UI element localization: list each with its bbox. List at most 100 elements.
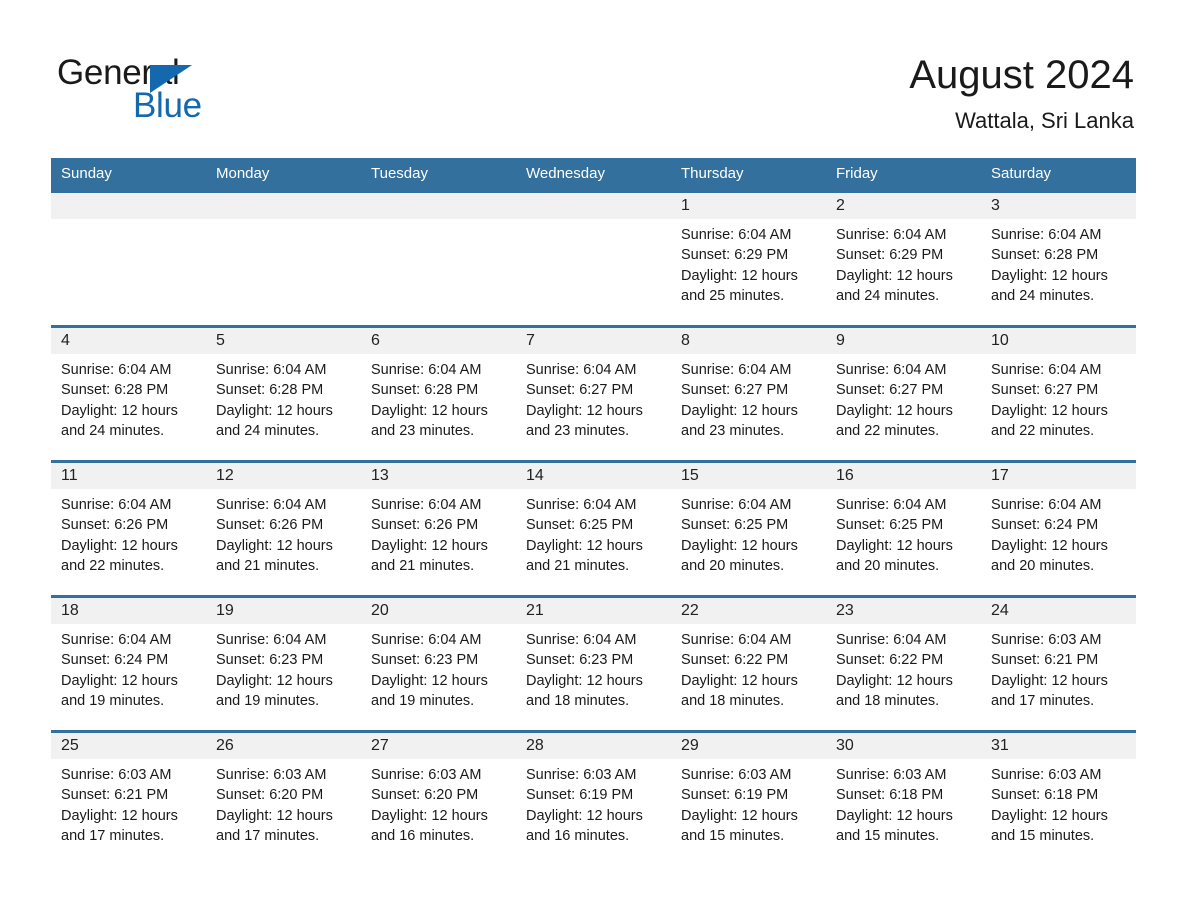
calendar-day-cell[interactable]: 27 Sunrise: 6:03 AM Sunset: 6:20 PM Dayligh… bbox=[361, 730, 516, 855]
calendar-day-cell[interactable]: 9 Sunrise: 6:04 AM Sunset: 6:27 PM Daylight… bbox=[826, 325, 981, 460]
calendar-day-cell[interactable]: 30 Sunrise: 6:03 AM Sunset: 6:18 PM Dayligh… bbox=[826, 730, 981, 855]
calendar-day-cell[interactable]: 21 Sunrise: 6:04 AM Sunset: 6:23 PM Dayligh… bbox=[516, 595, 671, 730]
calendar-day-cell[interactable]: 15 Sunrise: 6:04 AM Sunset: 6:25 PM Dayligh… bbox=[671, 460, 826, 595]
calendar-day-cell[interactable]: 12 Sunrise: 6:04 AM Sunset: 6:26 PM Dayligh… bbox=[206, 460, 361, 595]
day-number-band: 16 bbox=[826, 463, 981, 489]
daylight-text-line2: and 18 minutes. bbox=[526, 692, 630, 709]
day-details: Sunrise: 6:04 AM Sunset: 6:22 PM Daylight:… bbox=[826, 624, 981, 711]
sunrise-text: Sunrise: 6:04 AM bbox=[61, 497, 172, 513]
calendar-day-cell[interactable]: 20 Sunrise: 6:04 AM Sunset: 6:23 PM Dayligh… bbox=[361, 595, 516, 730]
day-number: 27 bbox=[371, 737, 389, 754]
daylight-text-line1: Daylight: 12 hours bbox=[681, 402, 798, 419]
calendar-day-cell[interactable]: 4 Sunrise: 6:04 AM Sunset: 6:28 PM Daylight… bbox=[51, 325, 206, 460]
day-cell-inner: 3 Sunrise: 6:04 AM Sunset: 6:28 PM Daylight… bbox=[981, 190, 1136, 325]
day-details: Sunrise: 6:03 AM Sunset: 6:18 PM Daylight:… bbox=[981, 759, 1136, 846]
calendar-day-cell[interactable]: 28 Sunrise: 6:03 AM Sunset: 6:19 PM Dayligh… bbox=[516, 730, 671, 855]
sunset-text: Sunset: 6:29 PM bbox=[681, 247, 789, 264]
daylight-text-line1: Daylight: 12 hours bbox=[681, 807, 798, 824]
calendar-day-cell[interactable]: 25 Sunrise: 6:03 AM Sunset: 6:21 PM Dayligh… bbox=[51, 730, 206, 855]
day-number-band: 7 bbox=[516, 328, 671, 354]
sunset-text: Sunset: 6:23 PM bbox=[216, 652, 324, 669]
day-number: 10 bbox=[991, 332, 1009, 349]
day-number: 31 bbox=[991, 737, 1009, 754]
sunset-text: Sunset: 6:24 PM bbox=[991, 517, 1099, 534]
calendar-day-cell[interactable]: 31 Sunrise: 6:03 AM Sunset: 6:18 PM Dayligh… bbox=[981, 730, 1136, 855]
calendar-day-cell[interactable]: 22 Sunrise: 6:04 AM Sunset: 6:22 PM Dayligh… bbox=[671, 595, 826, 730]
daylight-text-line1: Daylight: 12 hours bbox=[991, 537, 1108, 554]
weekday-header-row: Sunday Monday Tuesday Wednesday Thursday… bbox=[51, 158, 1136, 190]
day-details: Sunrise: 6:04 AM Sunset: 6:25 PM Daylight:… bbox=[826, 489, 981, 576]
calendar-day-cell[interactable]: 11 Sunrise: 6:04 AM Sunset: 6:26 PM Dayligh… bbox=[51, 460, 206, 595]
day-number-band: 12 bbox=[206, 463, 361, 489]
day-number: 11 bbox=[61, 467, 78, 484]
calendar-day-cell[interactable]: 23 Sunrise: 6:04 AM Sunset: 6:22 PM Dayligh… bbox=[826, 595, 981, 730]
sunset-text: Sunset: 6:27 PM bbox=[681, 382, 789, 399]
day-number: 26 bbox=[216, 737, 234, 754]
sunrise-text: Sunrise: 6:04 AM bbox=[216, 362, 327, 378]
sunrise-text: Sunrise: 6:03 AM bbox=[371, 767, 482, 783]
calendar-day-cell[interactable]: 3 Sunrise: 6:04 AM Sunset: 6:28 PM Daylight… bbox=[981, 190, 1136, 325]
calendar-day-cell[interactable]: 17 Sunrise: 6:04 AM Sunset: 6:24 PM Dayligh… bbox=[981, 460, 1136, 595]
daylight-text-line1: Daylight: 12 hours bbox=[526, 672, 643, 689]
calendar-day-cell[interactable]: 14 Sunrise: 6:04 AM Sunset: 6:25 PM Dayligh… bbox=[516, 460, 671, 595]
calendar-day-cell[interactable]: 6 Sunrise: 6:04 AM Sunset: 6:28 PM Daylight… bbox=[361, 325, 516, 460]
calendar-day-cell[interactable]: 18 Sunrise: 6:04 AM Sunset: 6:24 PM Dayligh… bbox=[51, 595, 206, 730]
daylight-text-line2: and 17 minutes. bbox=[216, 827, 320, 844]
day-number-band: 3 bbox=[981, 193, 1136, 219]
calendar-day-cell[interactable]: 13 Sunrise: 6:04 AM Sunset: 6:26 PM Dayligh… bbox=[361, 460, 516, 595]
sunrise-text: Sunrise: 6:04 AM bbox=[991, 227, 1102, 243]
sunset-text: Sunset: 6:20 PM bbox=[216, 787, 324, 804]
sunrise-text: Sunrise: 6:04 AM bbox=[526, 362, 637, 378]
calendar-day-cell[interactable]: 8 Sunrise: 6:04 AM Sunset: 6:27 PM Daylight… bbox=[671, 325, 826, 460]
sunrise-text: Sunrise: 6:04 AM bbox=[681, 227, 792, 243]
daylight-text-line2: and 23 minutes. bbox=[681, 422, 785, 439]
daylight-text-line2: and 23 minutes. bbox=[371, 422, 475, 439]
calendar-day-cell[interactable]: 24 Sunrise: 6:03 AM Sunset: 6:21 PM Dayligh… bbox=[981, 595, 1136, 730]
day-cell-inner bbox=[206, 190, 361, 325]
calendar-day-cell[interactable]: 19 Sunrise: 6:04 AM Sunset: 6:23 PM Dayligh… bbox=[206, 595, 361, 730]
sunrise-text: Sunrise: 6:04 AM bbox=[836, 362, 947, 378]
generalblue-logo[interactable]: General Blue bbox=[57, 52, 317, 130]
sunrise-text: Sunrise: 6:04 AM bbox=[526, 497, 637, 513]
day-cell-inner: 18 Sunrise: 6:04 AM Sunset: 6:24 PM Dayligh… bbox=[51, 595, 206, 730]
day-number-band: 23 bbox=[826, 598, 981, 624]
day-number: 12 bbox=[216, 467, 234, 484]
daylight-text-line1: Daylight: 12 hours bbox=[61, 402, 178, 419]
sunrise-text: Sunrise: 6:04 AM bbox=[526, 632, 637, 648]
calendar-day-cell[interactable]: 7 Sunrise: 6:04 AM Sunset: 6:27 PM Daylight… bbox=[516, 325, 671, 460]
calendar-day-cell[interactable]: 26 Sunrise: 6:03 AM Sunset: 6:20 PM Dayligh… bbox=[206, 730, 361, 855]
daylight-text-line1: Daylight: 12 hours bbox=[526, 402, 643, 419]
day-number: 3 bbox=[991, 197, 1000, 214]
daylight-text-line2: and 24 minutes. bbox=[836, 287, 940, 304]
day-cell-inner: 10 Sunrise: 6:04 AM Sunset: 6:27 PM Dayligh… bbox=[981, 325, 1136, 460]
sunset-text: Sunset: 6:22 PM bbox=[836, 652, 944, 669]
calendar-day-cell[interactable]: 29 Sunrise: 6:03 AM Sunset: 6:19 PM Dayligh… bbox=[671, 730, 826, 855]
calendar-day-cell[interactable]: 5 Sunrise: 6:04 AM Sunset: 6:28 PM Daylight… bbox=[206, 325, 361, 460]
day-details: Sunrise: 6:04 AM Sunset: 6:25 PM Daylight:… bbox=[516, 489, 671, 576]
day-number-band: 25 bbox=[51, 733, 206, 759]
day-number-band: 14 bbox=[516, 463, 671, 489]
day-number-band: 21 bbox=[516, 598, 671, 624]
day-number-band: 28 bbox=[516, 733, 671, 759]
daylight-text-line1: Daylight: 12 hours bbox=[681, 672, 798, 689]
daylight-text-line2: and 24 minutes. bbox=[61, 422, 165, 439]
calendar-week-row: 11 Sunrise: 6:04 AM Sunset: 6:26 PM Dayligh… bbox=[51, 460, 1136, 595]
calendar-day-cell[interactable]: 10 Sunrise: 6:04 AM Sunset: 6:27 PM Dayligh… bbox=[981, 325, 1136, 460]
sunset-text: Sunset: 6:22 PM bbox=[681, 652, 789, 669]
day-number: 21 bbox=[526, 602, 544, 619]
day-number-band: 13 bbox=[361, 463, 516, 489]
daylight-text-line2: and 17 minutes. bbox=[991, 692, 1095, 709]
day-number-band: 30 bbox=[826, 733, 981, 759]
calendar-day-cell[interactable]: 2 Sunrise: 6:04 AM Sunset: 6:29 PM Daylight… bbox=[826, 190, 981, 325]
daylight-text-line1: Daylight: 12 hours bbox=[991, 402, 1108, 419]
calendar-day-cell[interactable]: 16 Sunrise: 6:04 AM Sunset: 6:25 PM Dayligh… bbox=[826, 460, 981, 595]
day-cell-inner: 20 Sunrise: 6:04 AM Sunset: 6:23 PM Dayligh… bbox=[361, 595, 516, 730]
day-number-band: 1 bbox=[671, 193, 826, 219]
daylight-text-line2: and 16 minutes. bbox=[526, 827, 630, 844]
calendar-day-cell[interactable]: 1 Sunrise: 6:04 AM Sunset: 6:29 PM Daylight… bbox=[671, 190, 826, 325]
sunrise-text: Sunrise: 6:04 AM bbox=[991, 362, 1102, 378]
daylight-text-line1: Daylight: 12 hours bbox=[61, 537, 178, 554]
day-cell-inner bbox=[51, 190, 206, 325]
day-cell-inner: 13 Sunrise: 6:04 AM Sunset: 6:26 PM Dayligh… bbox=[361, 460, 516, 595]
daylight-text-line1: Daylight: 12 hours bbox=[216, 402, 333, 419]
